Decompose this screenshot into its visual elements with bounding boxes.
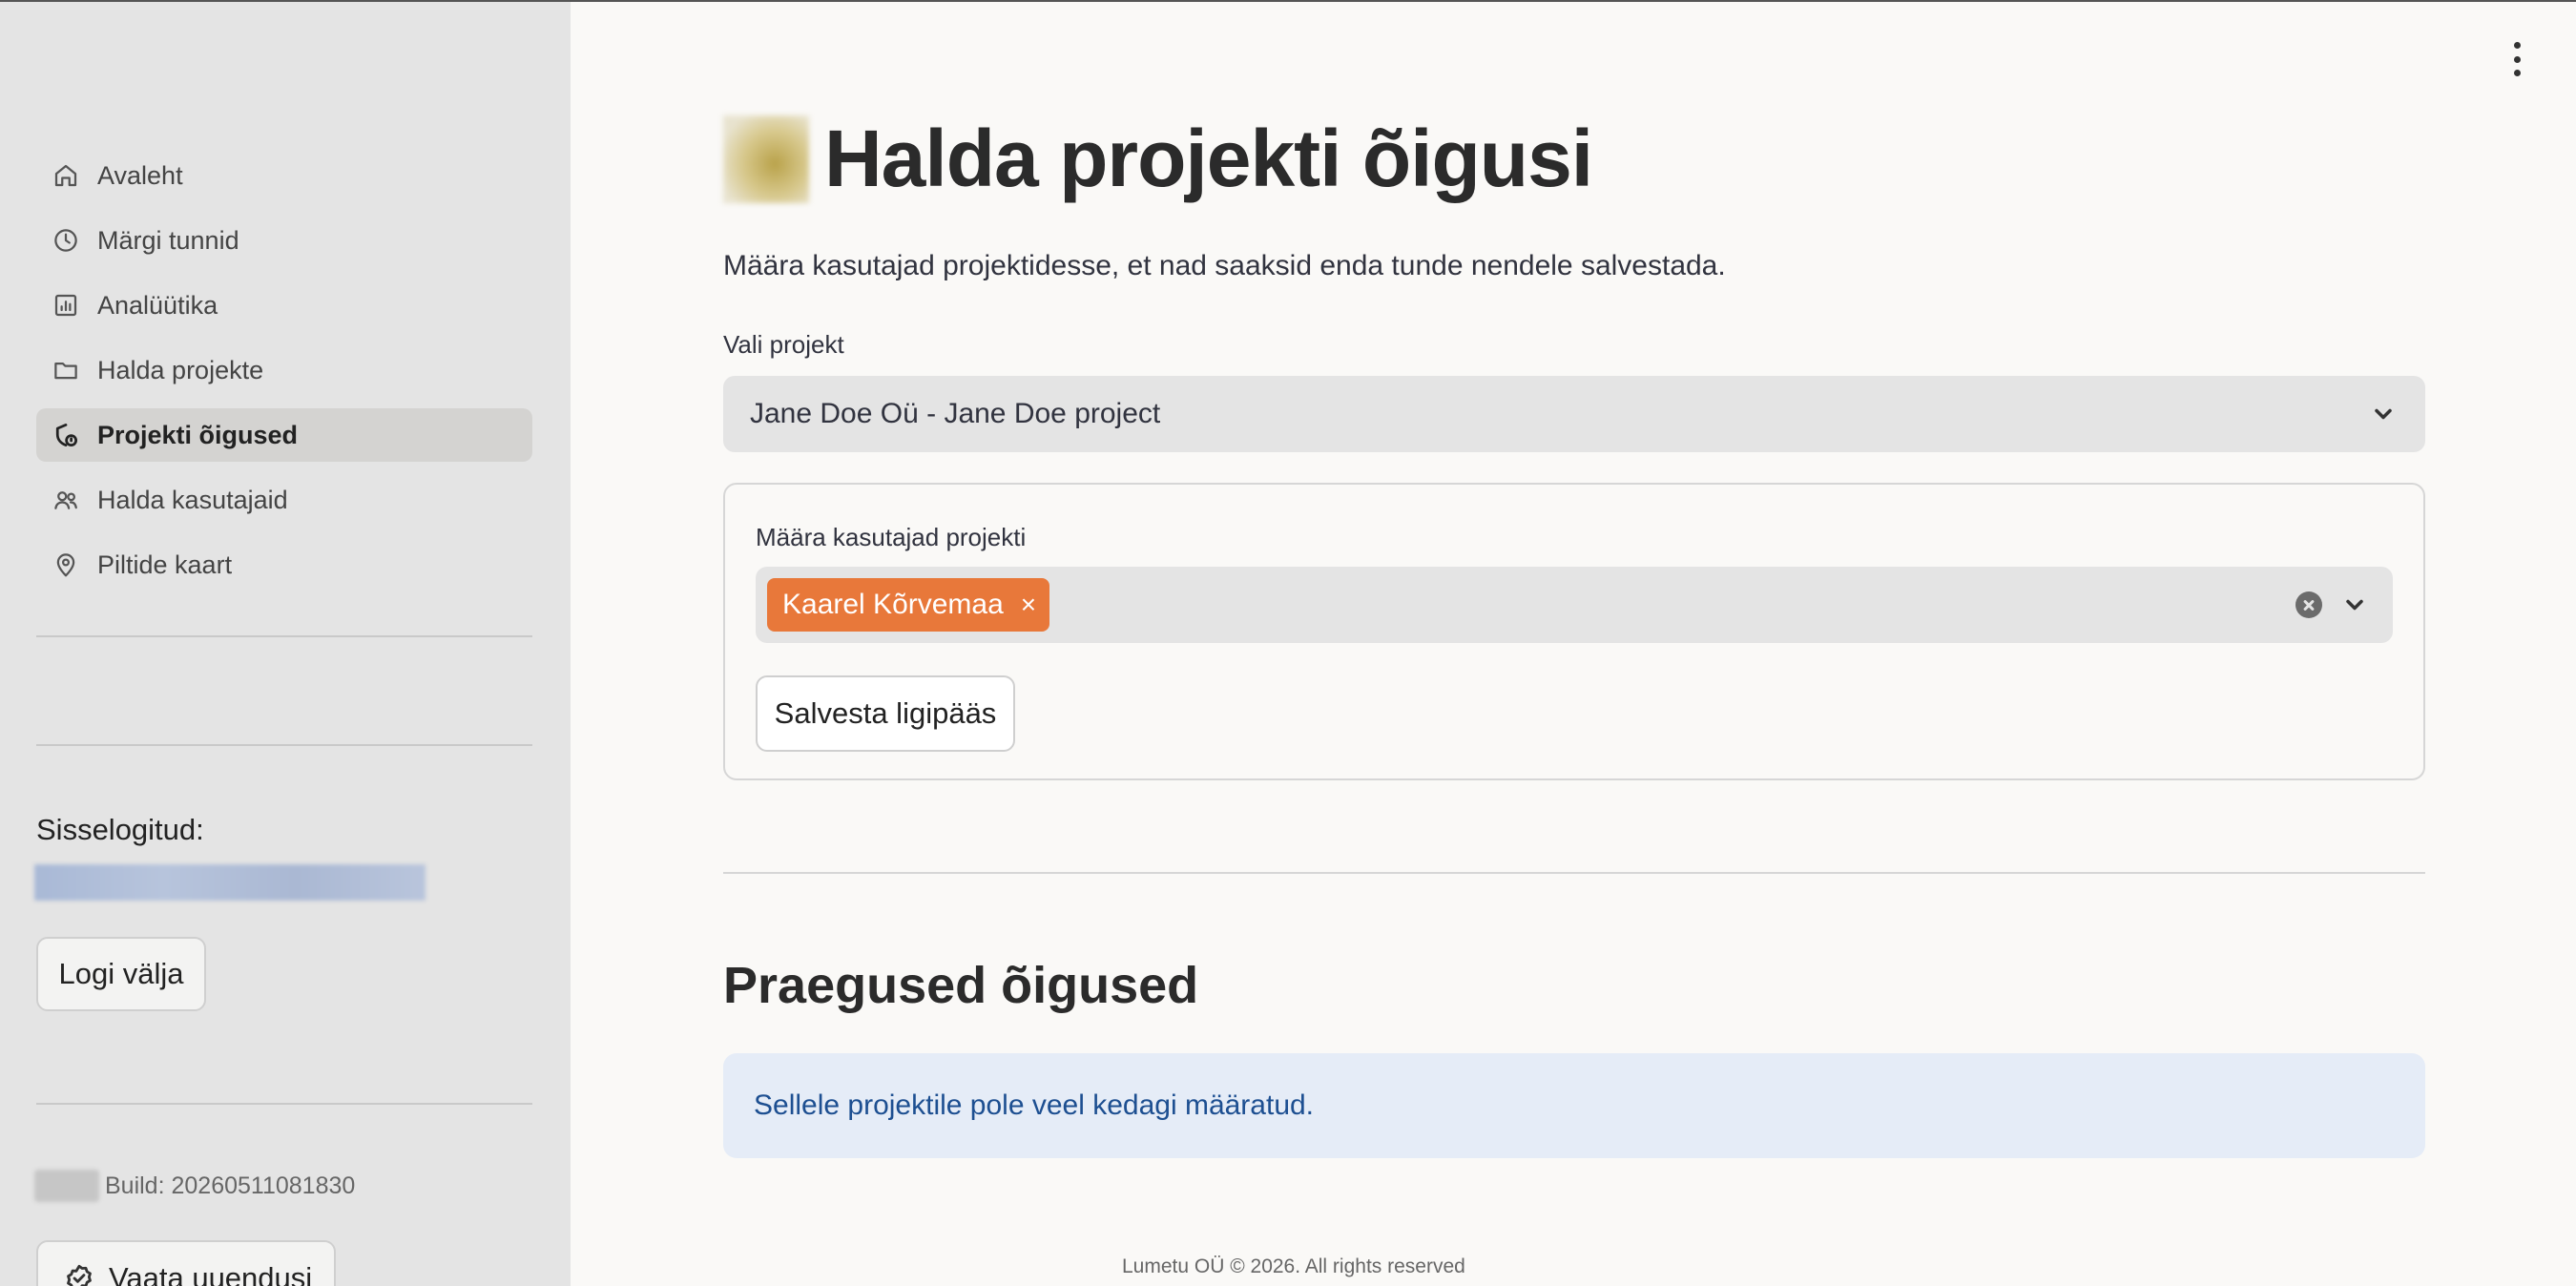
build-badge-redacted: [34, 1170, 99, 1202]
user-email-redacted: [34, 864, 426, 901]
sidebar-divider: [36, 635, 532, 637]
sidebar-item-margi-tunnid[interactable]: Märgi tunnid: [36, 214, 532, 267]
title-image: [723, 114, 809, 203]
save-access-button[interactable]: Salvesta ligipääs: [756, 675, 1015, 752]
build-info: Build: 20260511081830: [34, 1170, 355, 1202]
footer-text: Lumetu OÜ © 2026. All rights reserved: [1122, 1255, 1465, 1277]
selected-user-tag: Kaarel Kõrvemaa ×: [767, 578, 1050, 632]
map-pin-icon: [52, 550, 80, 579]
assign-users-form: Määra kasutajad projekti Kaarel Kõrvemaa…: [723, 483, 2425, 780]
logged-in-label: Sisselogitud:: [36, 813, 204, 846]
project-select-label: Vali projekt: [723, 330, 844, 359]
sidebar-item-label: Projekti õigused: [97, 420, 299, 449]
info-alert: Sellele projektile pole veel kedagi määr…: [723, 1053, 2425, 1158]
badge-check-icon: [67, 1264, 92, 1286]
shield-lock-icon: [52, 421, 80, 449]
window-top-border: [0, 0, 2576, 2]
app-root: Avaleht Märgi tunnid Analüütika Halda pr…: [0, 0, 2576, 1286]
sidebar-item-halda-projekte[interactable]: Halda projekte: [36, 343, 532, 397]
folder-icon: [52, 356, 80, 384]
sidebar-item-label: Avaleht: [97, 160, 183, 190]
page-header: Halda projekti õigusi: [723, 113, 1593, 205]
page-subtitle: Määra kasutajad projektidesse, et nad sa…: [723, 250, 1726, 281]
sidebar-divider: [36, 1103, 532, 1105]
sidebar-item-analuutika[interactable]: Analüütika: [36, 279, 532, 332]
sidebar-item-label: Halda kasutajaid: [97, 485, 288, 514]
build-text: Build: 20260511081830: [105, 1172, 356, 1199]
sidebar-divider: [36, 744, 532, 746]
page-title: Halda projekti õigusi: [824, 114, 1593, 203]
view-updates-label: Vaata uuendusi: [109, 1261, 313, 1286]
sidebar-nav: Avaleht Märgi tunnid Analüütika Halda pr…: [36, 149, 532, 603]
sidebar-item-label: Piltide kaart: [97, 550, 233, 579]
chart-icon: [52, 291, 80, 320]
clear-all-icon[interactable]: [2296, 591, 2322, 618]
info-alert-text: Sellele projektile pole veel kedagi määr…: [754, 1089, 1315, 1121]
main-menu-kebab-icon[interactable]: [2503, 42, 2530, 76]
users-icon: [52, 486, 80, 514]
sidebar-item-halda-kasutajaid[interactable]: Halda kasutajaid: [36, 473, 532, 527]
sidebar-item-label: Analüütika: [97, 290, 218, 320]
selected-user-name: Kaarel Kõrvemaa: [782, 589, 1004, 620]
sidebar-item-projekti-oigused[interactable]: Projekti õigused: [36, 408, 532, 462]
home-icon: [52, 161, 80, 190]
chevron-down-icon: [2370, 401, 2397, 427]
assign-users-label: Määra kasutajad projekti: [756, 523, 1027, 551]
sidebar: Avaleht Märgi tunnid Analüütika Halda pr…: [0, 0, 571, 1286]
current-permissions-title: Praegused õigused: [723, 957, 1199, 1014]
chevron-down-icon[interactable]: [2341, 591, 2368, 618]
sidebar-item-label: Märgi tunnid: [97, 225, 239, 255]
sidebar-item-piltide-kaart[interactable]: Piltide kaart: [36, 538, 532, 591]
project-select-value: Jane Doe Oü - Jane Doe project: [750, 398, 1161, 429]
sidebar-item-avaleht[interactable]: Avaleht: [36, 149, 532, 202]
project-select[interactable]: Jane Doe Oü - Jane Doe project: [723, 376, 2425, 452]
section-divider: [723, 872, 2425, 874]
sidebar-item-label: Halda projekte: [97, 355, 264, 384]
logout-button[interactable]: Logi välja: [36, 937, 206, 1011]
clock-icon: [52, 226, 80, 255]
view-updates-button[interactable]: Vaata uuendusi: [36, 1240, 336, 1286]
remove-tag-icon[interactable]: ×: [1021, 590, 1036, 620]
assign-users-multiselect[interactable]: Kaarel Kõrvemaa ×: [756, 567, 2393, 643]
